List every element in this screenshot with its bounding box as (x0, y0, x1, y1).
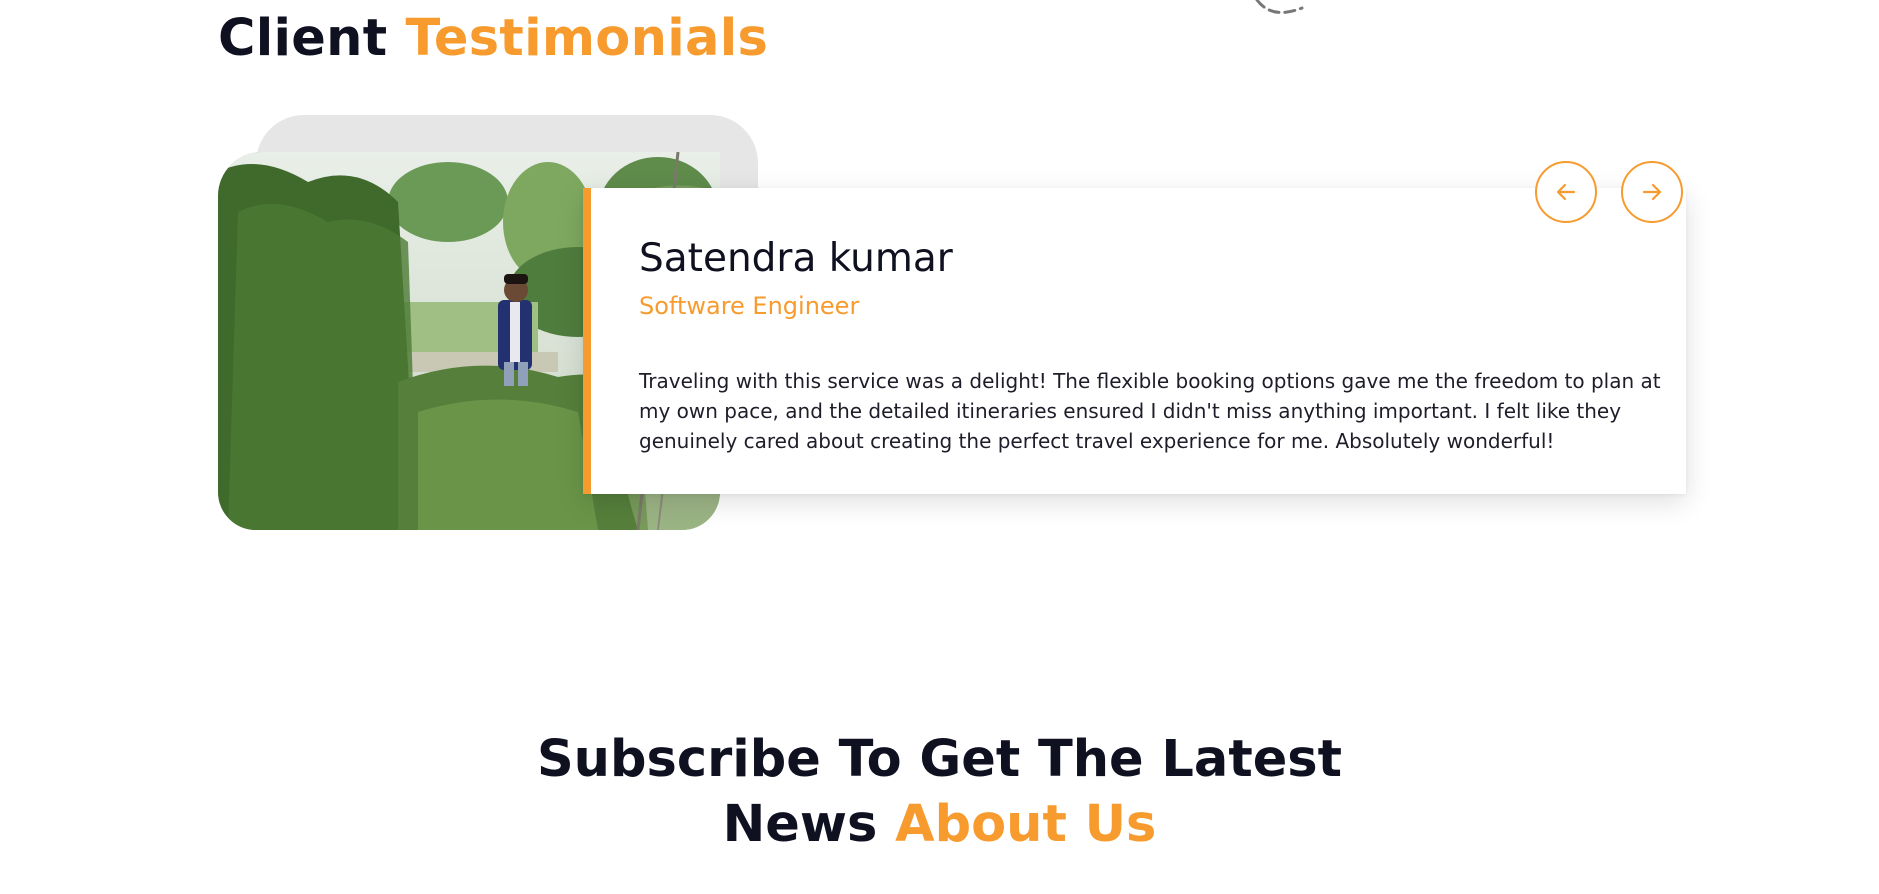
subscribe-title-line2-plain: News (722, 795, 878, 854)
arrow-right-icon (1642, 183, 1662, 201)
subscribe-title: Subscribe To Get The Latest News About U… (0, 727, 1879, 857)
subscribe-title-line2-accent: About Us (895, 795, 1157, 854)
next-testimonial-button[interactable] (1621, 161, 1683, 223)
client-name: Satendra kumar (639, 236, 953, 281)
decorative-dashed-arc (1255, 0, 1304, 14)
testimonials-title-accent: Testimonials (405, 9, 769, 68)
testimonial-quote: Traveling with this service was a deligh… (639, 369, 1661, 453)
client-role: Software Engineer (639, 292, 860, 320)
subscribe-title-line1: Subscribe To Get The Latest (536, 730, 1343, 789)
testimonials-title: Client Testimonials (218, 8, 768, 69)
previous-testimonial-button[interactable] (1535, 161, 1597, 223)
testimonial-card: Satendra kumar Software Engineer Traveli… (583, 188, 1686, 494)
arrow-left-icon (1556, 183, 1576, 201)
testimonials-title-plain: Client (218, 9, 388, 68)
